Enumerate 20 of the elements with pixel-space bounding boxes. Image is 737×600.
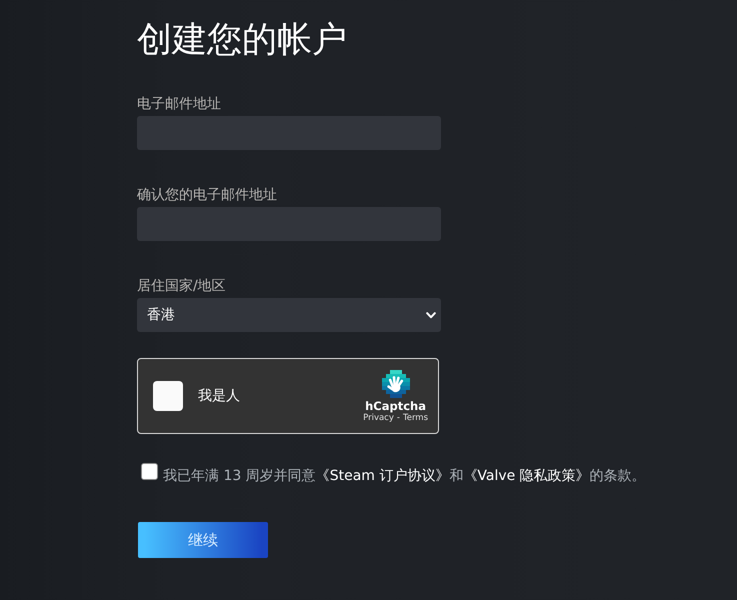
terms-link[interactable]: Terms [402,413,428,424]
input-field[interactable] [137,207,441,241]
page-title: 创建您的帐户 [137,19,347,62]
dropdown-field[interactable]: 香港 [137,298,441,332]
link-separator: - [396,413,400,424]
input-field[interactable] [137,116,441,150]
privacy-link[interactable]: Privacy [363,413,394,424]
agreement-text: 我已年满 13 周岁并同意《Steam 订户协议》和《Valve 隐私政策》的条款。 [163,467,646,486]
pixel-hand-icon [382,370,410,398]
field-label: 电子邮件地址 [137,95,221,113]
captcha-label: 我是人 [198,387,241,405]
field-label: 确认您的电子邮件地址 [137,186,277,204]
agreement-link[interactable]: 《Steam 订户协议》 [316,468,450,484]
captcha-checkbox[interactable] [153,381,183,411]
agreement-checkbox[interactable] [141,463,158,480]
continue-button[interactable]: 继续 [138,522,268,558]
agreement-link[interactable]: 《Valve 隐私政策》 [463,468,590,484]
chevron-down-icon [426,312,436,318]
field-label: 居住国家/地区 [137,277,226,295]
captcha-brand-text: hCaptcha [365,399,426,413]
